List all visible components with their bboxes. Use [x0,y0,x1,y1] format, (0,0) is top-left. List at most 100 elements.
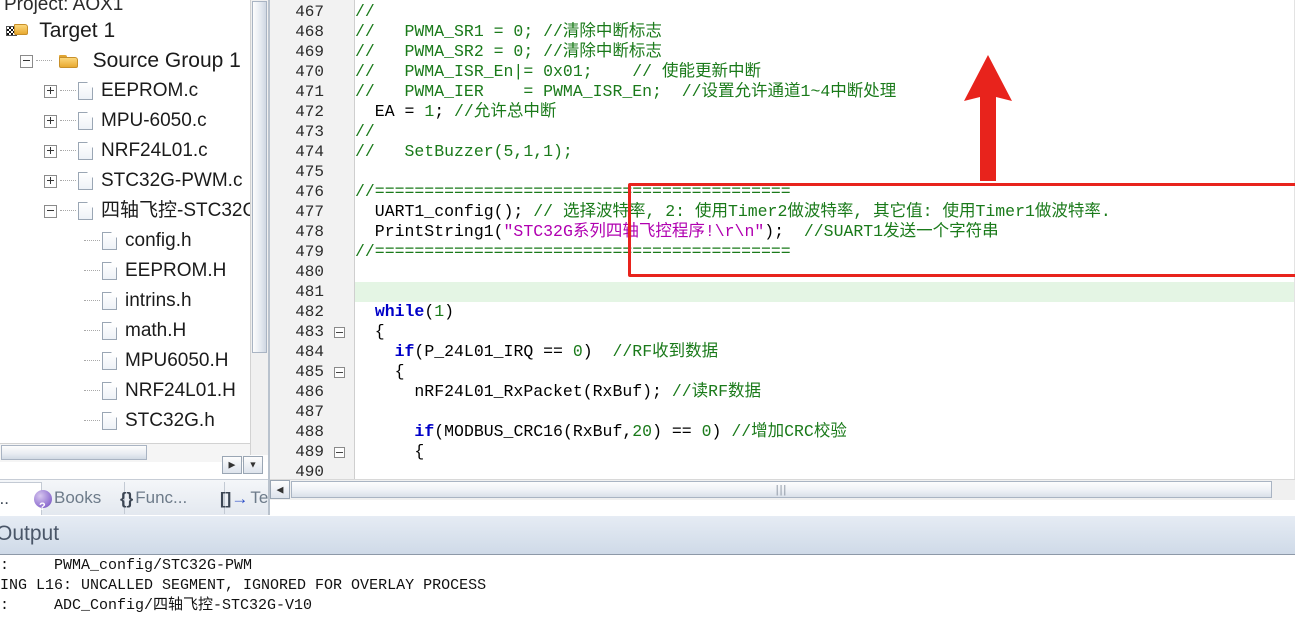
tree-item-header-file[interactable]: intrins.h [0,286,268,316]
expand-toggle-file[interactable] [44,174,57,188]
tree-horizontal-scrollbar[interactable] [0,443,250,462]
right-arrow-icon: ▶ [228,459,236,470]
line-number: 482 [295,303,324,321]
code-line[interactable]: // PWMA_ISR_En|= 0x01; // 使能更新中断 [355,62,761,82]
editor-hscroll-thumb[interactable]: ||| [291,481,1272,498]
tree-item-header-file[interactable]: EEPROM.H [0,256,268,286]
code-line[interactable]: { [355,442,424,462]
tree-item-header-file[interactable]: NRF24L01.H [0,376,268,406]
tree-item-header-file-label: config.h [125,230,192,251]
header-file-list: config.h EEPROM.H intrins.h math.H MPU6050.H… [0,226,268,436]
line-number: 472 [295,103,324,121]
tree-item-header-file-label: MPU6050.H [125,350,229,371]
file-icon [78,142,93,160]
expand-toggle-file[interactable] [44,84,57,98]
file-icon [102,232,117,250]
tree-item-source-file-label: 四轴飞控-STC32G [101,200,258,221]
editor-scroll-left-button[interactable]: ◀ [270,480,290,499]
editor-horizontal-scrollbar[interactable]: ◀ ||| [270,479,1295,500]
code-line[interactable]: // [355,122,375,142]
left-pane-tab-1[interactable]: Books [30,482,125,516]
code-line[interactable]: while(1) [355,302,454,322]
tab-list-dropdown-button[interactable]: ▼ [243,456,263,474]
code-fold-toggle[interactable] [334,447,345,458]
code-fold-toggle[interactable] [334,367,345,378]
tree-item-header-file[interactable]: config.h [0,226,268,256]
line-number: 481 [295,283,324,301]
collapse-toggle-source-group[interactable] [20,54,33,68]
line-number: 489 [295,443,324,461]
tree-item-source-group-label: Source Group 1 [92,49,241,72]
left-pane-tab-label: j... [0,489,9,508]
tree-hscroll-thumb[interactable] [1,445,147,460]
output-panel-body[interactable]: ME: PWMA_config/STC32G-PWM RNING L16: UNC… [0,554,1295,619]
line-number: 480 [295,263,324,281]
line-number: 470 [295,63,324,81]
tab-scroll-right-button[interactable]: ▶ [222,456,242,474]
line-number-gutter: 467 468 469 470 471 472 473 474 475 476 477 478 479 4… [270,0,355,501]
tree-item-source-file-label: MPU-6050.c [101,110,207,131]
code-line[interactable]: // SetBuzzer(5,1,1); [355,142,573,162]
code-line[interactable]: // PWMA_SR1 = 0; //清除中断标志 [355,22,662,42]
project-tree[interactable]: Project: AOX1 Target 1 Source Group 1 EE… [0,0,268,436]
keil-uvision-window: Project: AOX1 Target 1 Source Group 1 EE… [0,0,1295,619]
current-line-highlight [355,282,1295,302]
left-pane-tabstrip[interactable]: j... Books{}Func...[]→Tem... [0,479,268,516]
code-editor-pane[interactable]: 467 468 469 470 471 472 473 474 475 476 477 478 479 4… [270,0,1295,515]
file-icon [102,322,117,340]
code-line[interactable]: // [355,2,375,22]
code-line[interactable]: { [355,362,405,382]
line-number: 474 [295,143,324,161]
tree-item-source-group[interactable]: Source Group 1 [0,46,268,76]
code-line[interactable]: if(MODBUS_CRC16(RxBuf,20) == 0) //增加CRC校… [355,422,846,442]
output-panel[interactable]: Output ME: PWMA_config/STC32G-PWM RNING L… [0,515,1295,619]
output-line: RNING L16: UNCALLED SEGMENT, IGNORED FOR… [0,577,487,594]
tree-item-source-file[interactable]: EEPROM.c [0,76,268,106]
tree-item-source-file[interactable]: MPU-6050.c [0,106,268,136]
tree-item-source-file[interactable]: STC32G-PWM.c [0,166,268,196]
tree-item-source-file-label: NRF24L01.c [101,140,208,161]
tree-item-header-file-label: math.H [125,320,187,341]
project-root-label: Project: AOX1 [4,0,124,15]
tree-item-source-file[interactable]: 四轴飞控-STC32G [0,196,268,226]
line-number: 469 [295,43,324,61]
output-line: ME: PWMA_config/STC32G-PWM [0,557,253,574]
left-arrow-icon: ◀ [276,484,284,494]
tree-item-header-file[interactable]: math.H [0,316,268,346]
file-icon [78,172,93,190]
source-file-list: EEPROM.c MPU-6050.c NRF24L01.c STC32G-PWM.c… [0,76,268,226]
tree-vscroll-thumb[interactable] [252,1,267,353]
code-line[interactable]: // PWMA_SR2 = 0; //清除中断标志 [355,42,662,62]
tree-item-header-file-label: STC32G.h [125,410,215,431]
collapse-toggle-file[interactable] [44,204,57,218]
tree-item-header-file[interactable]: MPU6050.H [0,346,268,376]
tree-item-source-file-label: EEPROM.c [101,80,199,101]
tree-item-header-file-label: intrins.h [125,290,192,311]
code-fold-toggle[interactable] [334,327,345,338]
line-number: 475 [295,163,324,181]
tree-item-header-file[interactable]: STC32G.h [0,406,268,436]
expand-toggle-file[interactable] [44,114,57,128]
project-tree-pane[interactable]: Project: AOX1 Target 1 Source Group 1 EE… [0,0,268,462]
tree-vertical-scrollbar[interactable] [250,0,268,455]
line-number: 485 [295,363,324,381]
code-line[interactable]: nRF24L01_RxPacket(RxBuf); //读RF数据 [355,382,761,402]
line-number: 468 [295,23,324,41]
code-line[interactable]: EA = 1; //允许总中断 [355,102,557,122]
code-line[interactable]: // PWMA_IER = PWMA_ISR_En; //设置允许通道1~4中断… [355,82,896,102]
left-pane-tab-3[interactable]: []→Tem... [216,482,268,514]
scroll-grip-icon: ||| [775,483,788,496]
expand-toggle-file[interactable] [44,144,57,158]
line-number: 486 [295,383,324,401]
line-number: 478 [295,223,324,241]
line-number: 479 [295,243,324,261]
template-icon: []→ [220,488,249,508]
left-pane-tab-label: Func... [135,488,188,507]
tree-item-target[interactable]: Target 1 [0,16,268,46]
left-pane-tab-2[interactable]: {} Func... [116,482,225,514]
file-icon [102,352,117,370]
code-line[interactable]: { [355,322,385,342]
code-line[interactable]: if(P_24L01_IRQ == 0) //RF收到数据 [355,342,718,362]
tree-item-source-file[interactable]: NRF24L01.c [0,136,268,166]
tree-item-source-file-label: STC32G-PWM.c [101,170,243,191]
